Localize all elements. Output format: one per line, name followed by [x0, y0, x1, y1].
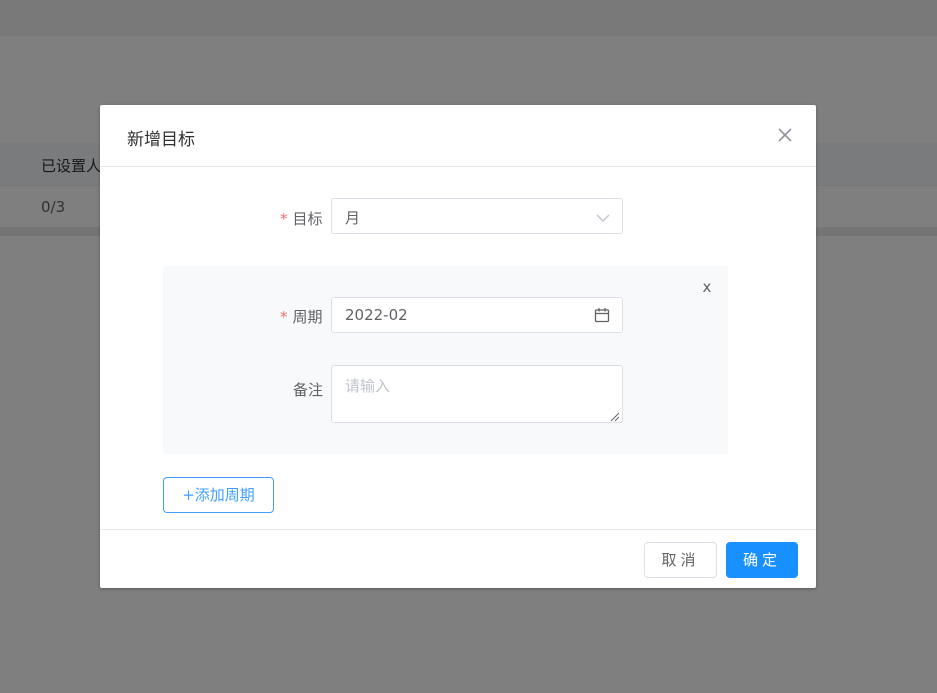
dialog-footer: 取消 确定	[100, 529, 816, 588]
target-select[interactable]: 月	[331, 198, 623, 234]
note-placeholder: 请输入	[345, 377, 391, 395]
resize-handle-icon[interactable]	[610, 410, 620, 422]
period-card: x * 周期 2022-02 备注 请输入	[163, 266, 728, 454]
period-date-picker[interactable]: 2022-02	[331, 297, 623, 333]
add-target-dialog: 新增目标 * 目标 月 x * 周期 2022-02 备注 请输入 +添加周期 …	[100, 105, 816, 588]
dialog-header: 新增目标	[100, 105, 816, 167]
note-label: 备注	[293, 381, 324, 399]
calendar-icon	[594, 307, 610, 323]
close-icon[interactable]	[774, 124, 796, 146]
add-period-button[interactable]: +添加周期	[163, 477, 274, 513]
required-mark: *	[280, 308, 288, 326]
target-select-value: 月	[345, 209, 361, 227]
target-label: * 目标	[280, 210, 323, 228]
period-date-value: 2022-02	[345, 306, 408, 324]
required-mark: *	[280, 210, 288, 228]
confirm-button[interactable]: 确定	[726, 542, 798, 578]
period-label: * 周期	[280, 308, 323, 326]
remove-period-button[interactable]: x	[700, 278, 714, 296]
cancel-button[interactable]: 取消	[644, 542, 717, 578]
chevron-down-icon	[596, 211, 610, 222]
dialog-title: 新增目标	[127, 130, 195, 150]
note-textarea[interactable]: 请输入	[331, 365, 623, 423]
